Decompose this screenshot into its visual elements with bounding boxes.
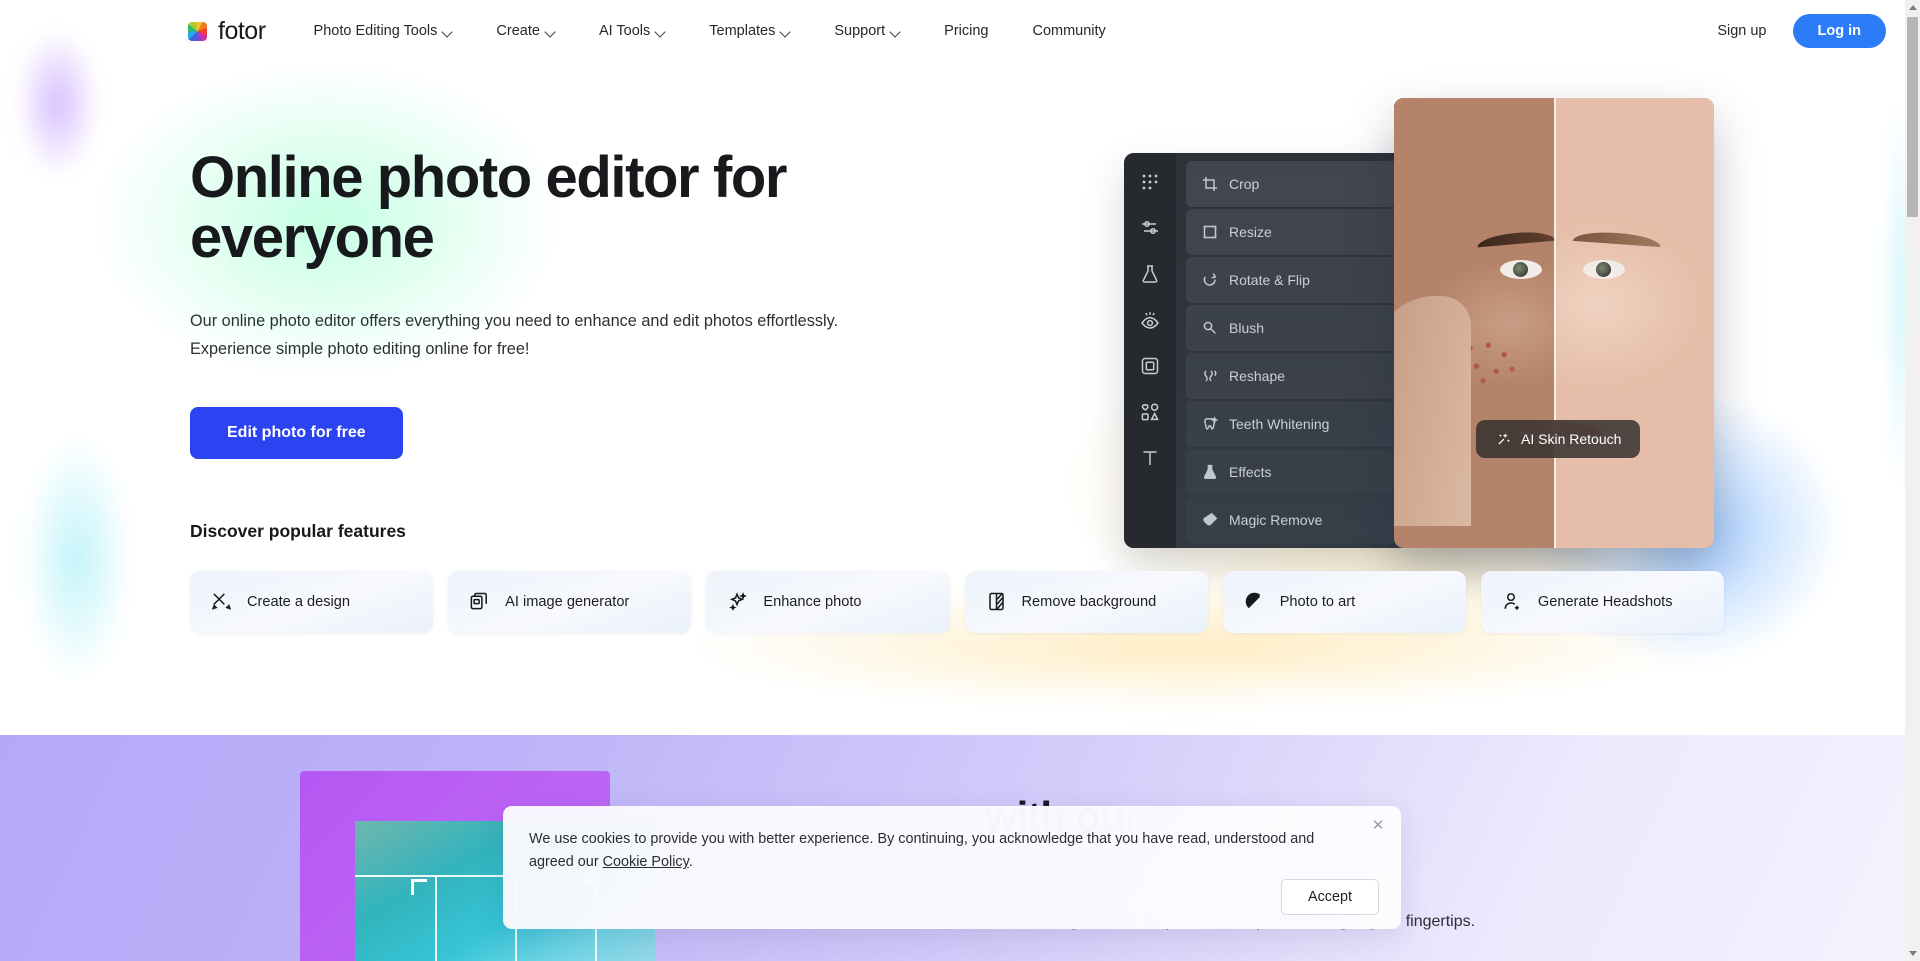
cutout-icon [988, 592, 1004, 611]
effects-icon [1203, 464, 1217, 480]
nav-label: Support [834, 23, 886, 39]
top-navigation-bar: fotor Photo Editing Tools Create AI Tool… [0, 0, 1920, 62]
feature-card-label: Remove background [1021, 593, 1157, 610]
nav-label: Community [1032, 23, 1106, 39]
brand-logo[interactable]: fotor [186, 17, 266, 46]
hero-section: fotor Photo Editing Tools Create AI Tool… [0, 0, 1920, 735]
nav-item-pricing[interactable]: Pricing [922, 15, 1010, 47]
hero-subtitle-line-1: Our online photo editor offers everythin… [190, 312, 839, 331]
page-title: Online photo editor for everyone [190, 145, 787, 270]
cookie-policy-link[interactable]: Cookie Policy [603, 854, 689, 870]
log-in-button[interactable]: Log in [1792, 14, 1886, 48]
nav-label: Pricing [944, 23, 989, 39]
fotor-color-wheel-icon [186, 19, 209, 43]
accept-cookies-button[interactable]: Accept [1281, 879, 1379, 915]
sign-up-link[interactable]: Sign up [1717, 23, 1766, 39]
feature-card-label: Generate Headshots [1537, 593, 1673, 610]
feature-card-label: AI image generator [505, 593, 630, 610]
hero-subtitle-line-2: Experience simple photo editing online f… [190, 340, 530, 359]
scroll-up-arrow[interactable] [1905, 0, 1920, 15]
nav-item-create[interactable]: Create [474, 15, 577, 47]
nav-label: Templates [709, 23, 776, 39]
edit-photo-for-free-button[interactable]: Edit photo for free [190, 406, 403, 459]
nav-label: Photo Editing Tools [313, 23, 438, 39]
chevron-down-icon [891, 27, 900, 36]
feature-card-label: Photo to art [1279, 593, 1356, 610]
art-icon [1245, 592, 1260, 609]
nav-item-support[interactable]: Support [812, 15, 922, 47]
close-icon[interactable]: ✕ [1367, 814, 1389, 836]
nav-links: Photo Editing Tools Create AI Tools Temp… [292, 15, 1128, 47]
vertical-scrollbar[interactable] [1905, 0, 1920, 961]
cookie-consent-banner: ✕ We use cookies to provide you with bet… [503, 806, 1401, 929]
features-card-row: Create a design AI image generator Enhan… [190, 570, 1920, 633]
hero-subtitle: Our online photo editor offers everythin… [190, 307, 1920, 363]
chevron-down-icon [656, 27, 665, 36]
popular-features-section: Discover popular features Create a desig… [0, 521, 1920, 633]
magic-wand-icon [729, 592, 748, 612]
feature-card-label: Enhance photo [763, 593, 862, 610]
chevron-down-icon [546, 27, 555, 36]
chevron-down-icon [781, 27, 790, 36]
editor-tool-label: Effects [1229, 464, 1272, 480]
nav-item-community[interactable]: Community [1010, 15, 1127, 47]
scrollbar-thumb[interactable] [1907, 17, 1918, 217]
chevron-down-icon [443, 27, 452, 36]
feature-card-generate-headshots[interactable]: Generate Headshots [1480, 570, 1725, 633]
nav-label: Create [496, 23, 540, 39]
nav-label: AI Tools [598, 23, 651, 39]
person-add-icon [1504, 593, 1519, 610]
feature-card-create-a-design[interactable]: Create a design [190, 570, 434, 633]
nav-item-ai-tools[interactable]: AI Tools [577, 15, 687, 47]
nav-item-templates[interactable]: Templates [687, 15, 812, 47]
feature-card-photo-to-art[interactable]: Photo to art [1222, 570, 1466, 633]
nav-account-actions: Sign up Log in [1717, 14, 1886, 48]
hero-content: Online photo editor for everyone Our onl… [0, 148, 1920, 459]
feature-card-ai-image-generator[interactable]: AI image generator [448, 570, 692, 633]
features-heading: Discover popular features [190, 520, 406, 541]
image-stack-icon [470, 592, 488, 610]
feature-card-label: Create a design [247, 593, 351, 610]
page-root: fotor Photo Editing Tools Create AI Tool… [0, 0, 1920, 961]
cookie-message: We use cookies to provide you with bette… [529, 828, 1341, 875]
feature-card-remove-background[interactable]: Remove background [964, 570, 1208, 633]
pencil-ruler-icon [211, 593, 232, 610]
nav-item-photo-editing-tools[interactable]: Photo Editing Tools [292, 15, 475, 47]
cookie-text-after: . [688, 854, 693, 871]
feature-card-enhance-photo[interactable]: Enhance photo [706, 570, 950, 633]
scroll-down-arrow[interactable] [1905, 946, 1920, 961]
brand-name: fotor [218, 16, 266, 45]
